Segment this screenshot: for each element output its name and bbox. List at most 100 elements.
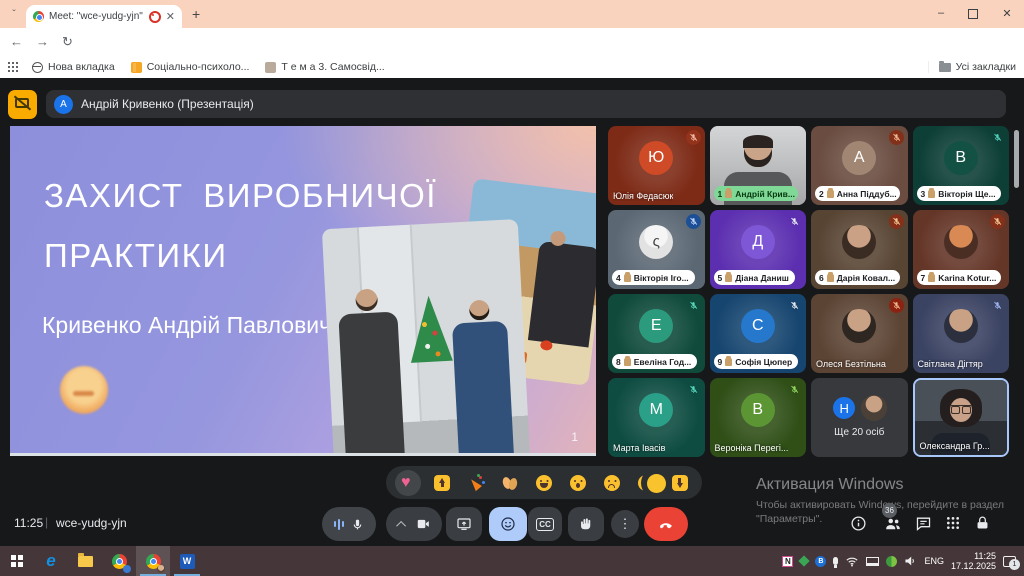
wifi-icon[interactable] [845,555,859,567]
mic-muted-icon [990,298,1005,313]
mic-muted-icon [787,214,802,229]
participant-tile[interactable]: Д5Діана Даниш [710,210,807,289]
participant-name: Марта Івасів [613,443,665,453]
participant-tile[interactable]: ММарта Івасів [608,378,705,457]
bookmark-item[interactable]: Нова вкладка [32,61,115,73]
thumbs-up-reaction-button[interactable] [429,470,455,496]
raised-hand-icon [725,358,732,366]
bookmark-label: Нова вкладка [48,61,115,73]
apps-grid-icon[interactable] [8,62,18,72]
meeting-info-button[interactable] [850,515,867,532]
start-button[interactable] [0,546,34,576]
participant-tile[interactable]: ЮЮлія Федасюк [608,126,705,205]
mic-muted-icon [686,298,701,313]
participant-tile[interactable]: 6Дарія Ковал... [811,210,908,289]
window-close-button[interactable]: ✕ [1000,7,1014,20]
raised-hand-name-pill: 6Дарія Ковал... [815,270,900,285]
activities-button[interactable] [945,515,961,531]
window-minimize-button[interactable]: – [934,7,948,19]
overflow-count-label: Ще 20 осіб [811,427,908,438]
party-popper-reaction-button[interactable] [463,470,489,496]
action-center-icon[interactable]: 1 [1003,556,1016,567]
raised-hand-icon [928,190,935,198]
taskbar-edge[interactable]: e [34,546,68,576]
present-screen-button[interactable] [446,507,482,541]
chat-panel-button[interactable] [915,515,932,532]
browser-tab[interactable]: Meet: "wce-yudg-yjn" ✕ [26,5,182,28]
participant-tile[interactable]: В3Вікторія Ще... [913,126,1010,205]
surprised-reaction-button[interactable] [565,470,591,496]
windows-taskbar: e W N B ENG 11:2517.12.2025 1 [0,546,1024,576]
sparkling-heart-reaction-button[interactable] [395,470,421,496]
laughing-reaction-button[interactable] [531,470,557,496]
host-controls-button[interactable] [974,515,991,532]
new-tab-button[interactable]: + [192,6,200,22]
participant-grid: ЮЮлія Федасюк1Андрій Крив...А2Анна Підду… [608,126,1009,457]
participant-tile[interactable]: НЩе 20 осіб [811,378,908,457]
back-icon[interactable]: ← [10,34,23,49]
meet-favicon-icon [33,11,44,22]
taskbar-chrome-active[interactable] [136,546,170,576]
tray-diamond-app-icon[interactable] [799,555,810,566]
mic-muted-icon [787,382,802,397]
tab-search-icon[interactable]: ˇ [7,8,21,22]
clapping-hands-icon [502,475,518,491]
tray-mic-icon[interactable] [833,557,838,565]
folder-icon [939,63,951,72]
raise-hand-button[interactable] [568,507,604,541]
reload-icon[interactable]: ↻ [62,34,73,50]
bluetooth-icon[interactable]: B [815,556,826,567]
tray-clock[interactable]: 11:2517.12.2025 [951,551,996,571]
globe-icon [32,62,43,73]
participant-tile[interactable]: Світлана Дігтяр [913,294,1010,373]
forward-icon[interactable]: → [36,34,49,49]
all-bookmarks-label: Усі закладки [956,61,1016,73]
shared-presentation-slide[interactable]: ЗАХИСТ ВИРОБНИЧОЇ ПРАКТИКИ Кривенко Андр… [10,126,596,456]
participant-tile[interactable]: ВВероніка Перегі... [710,378,807,457]
crying-reaction-button[interactable] [599,470,625,496]
raised-hand-name-pill: 7Karina Kotur... [917,270,1002,285]
more-options-button[interactable]: ⋮ [611,510,639,538]
end-call-button[interactable] [644,507,688,541]
reactions-button[interactable] [489,507,527,541]
participant-tile[interactable]: А2Анна Піддуб... [811,126,908,205]
tray-n-app-icon[interactable]: N [782,556,793,567]
raised-hand-icon [725,190,732,198]
taskbar-word[interactable]: W [170,546,204,576]
participant-tile[interactable]: Олександра Гр... [913,378,1010,457]
captions-button[interactable]: CC [528,507,562,541]
bookmarks-list: Нова вкладка Соціально-психоло... Т е м а … [32,61,385,73]
participant-tile[interactable]: С9Софія Цюпер [710,294,807,373]
bookmark-item[interactable]: Соціально-психоло... [131,61,250,73]
participant-tile[interactable]: Е8Евеліна Год... [608,294,705,373]
camera-button[interactable] [386,507,442,541]
skin-tone-picker[interactable] [641,468,671,498]
volume-icon[interactable] [904,555,917,567]
battery-laptop-icon[interactable] [866,557,879,566]
window-maximize-button[interactable] [968,9,978,19]
taskbar-chrome[interactable] [102,546,136,576]
participant-tile[interactable]: ς4Вікторія Іго... [608,210,705,289]
taskbar-file-explorer[interactable] [68,546,102,576]
microphone-button[interactable] [322,507,376,541]
language-indicator[interactable]: ENG [924,556,944,566]
tab-close-icon[interactable]: ✕ [166,10,175,23]
participant-scrollbar[interactable] [1014,130,1019,188]
cc-icon: CC [536,518,554,531]
presenter-banner[interactable]: А Андрій Кривенко (Презентація) [46,90,1006,118]
thumbs-up-icon [434,475,450,491]
participant-tile[interactable]: 1Андрій Крив... [710,126,807,205]
clapping-hands-reaction-button[interactable] [497,470,523,496]
antivirus-icon[interactable] [886,556,897,567]
raised-hand-icon [624,274,631,282]
bookmark-item[interactable]: Т е м а 3. Самосвід... [265,61,384,73]
party-popper-icon [468,475,484,491]
presentation-warning-icon[interactable] [8,90,37,119]
participant-tile[interactable]: Олеся Безтільна [811,294,908,373]
meet-main-area: А Андрій Кривенко (Презентація) ЗАХИСТ В… [0,78,1024,546]
meet-clock: 11:25 [14,516,43,530]
people-panel-button[interactable] [884,515,902,533]
activities-grid-icon [945,515,961,531]
all-bookmarks-button[interactable]: Усі закладки [928,61,1016,73]
participant-tile[interactable]: 7Karina Kotur... [913,210,1010,289]
